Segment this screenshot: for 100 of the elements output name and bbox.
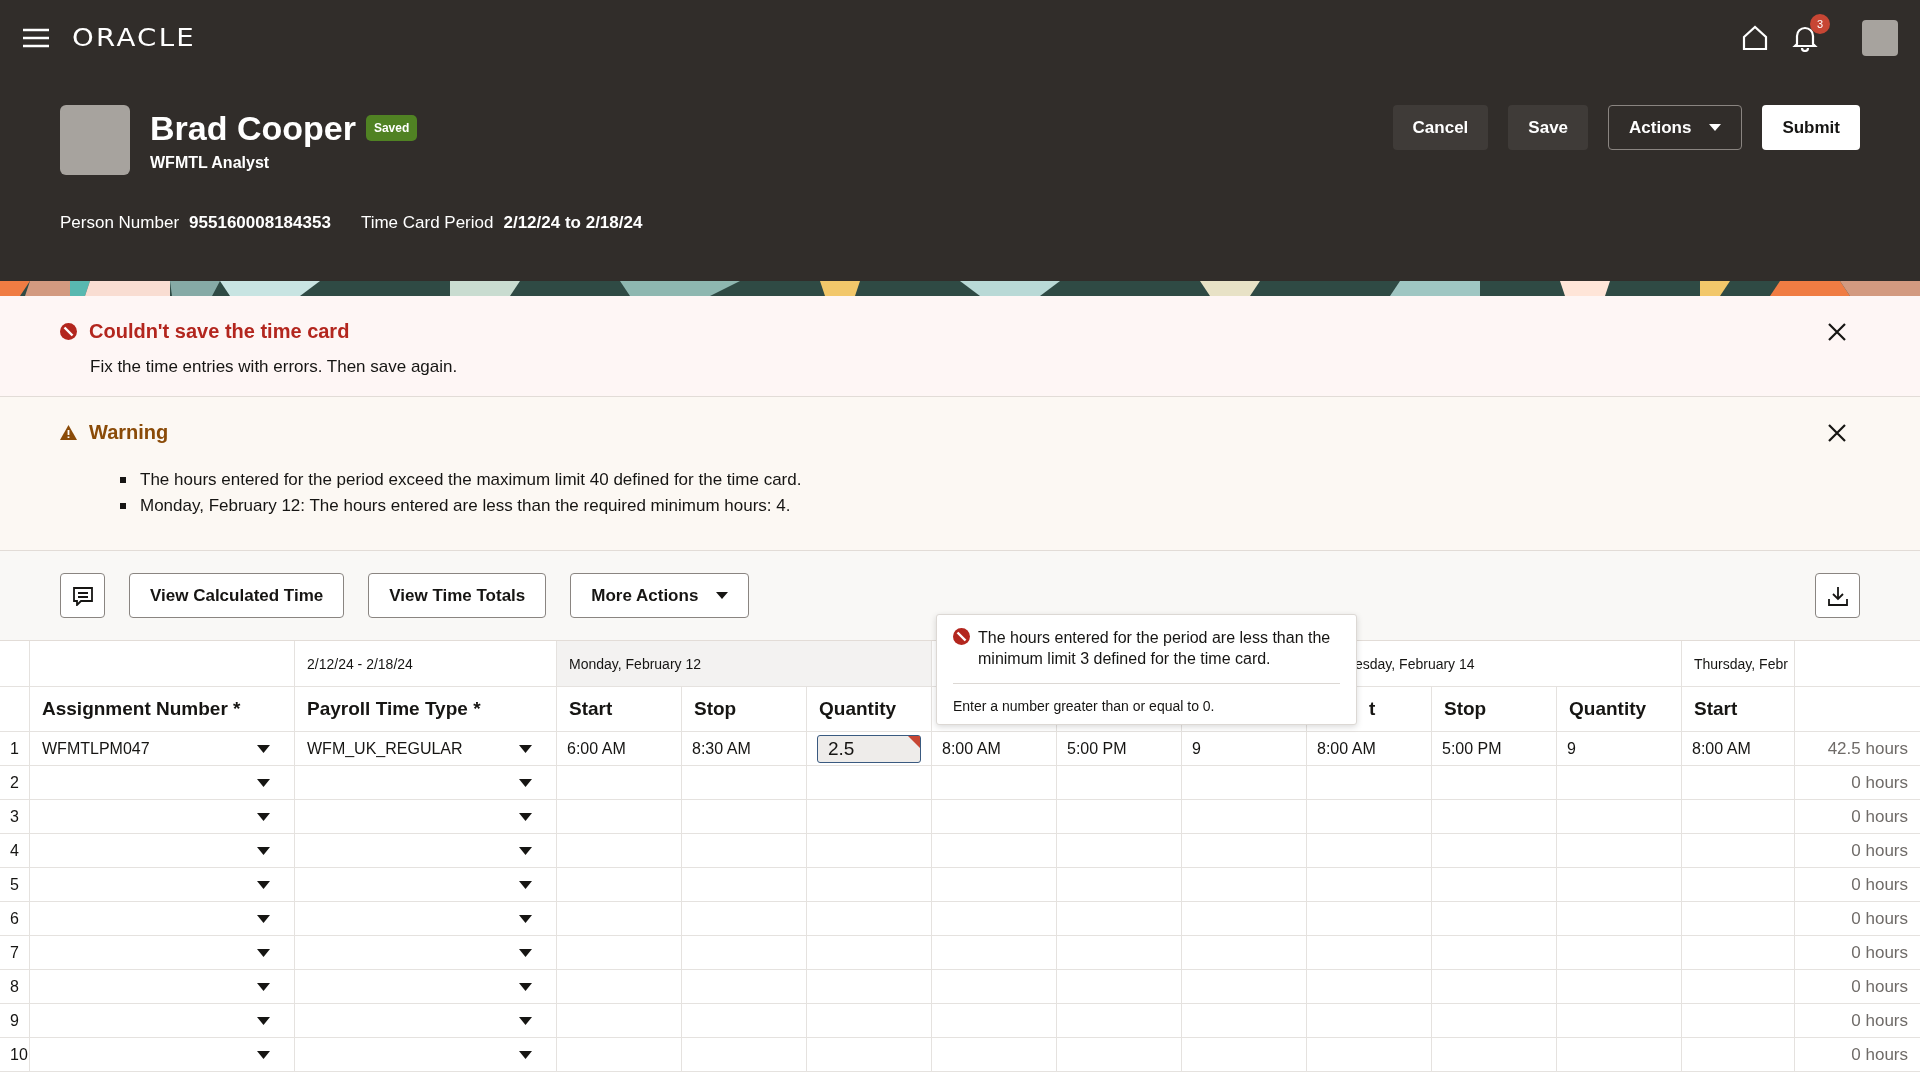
select-field[interactable]: WFM_UK_REGULAR	[295, 732, 556, 765]
table-cell[interactable]	[557, 970, 681, 1003]
table-cell[interactable]	[1307, 834, 1431, 867]
table-cell[interactable]	[1307, 766, 1431, 799]
oracle-logo[interactable]: ORACLE	[72, 23, 197, 52]
column-header[interactable]: Start	[1682, 687, 1794, 731]
table-cell[interactable]	[1182, 970, 1306, 1003]
table-cell[interactable]	[1057, 1038, 1181, 1071]
table-cell[interactable]	[1432, 834, 1556, 867]
table-cell[interactable]	[1432, 902, 1556, 935]
dropdown-caret-icon[interactable]	[257, 846, 270, 855]
table-cell[interactable]	[1432, 1004, 1556, 1037]
table-cell[interactable]	[1057, 936, 1181, 969]
table-cell[interactable]	[682, 1038, 806, 1071]
table-cell[interactable]: 6:00 AM	[557, 732, 681, 765]
action-button[interactable]: Submit	[1762, 105, 1860, 150]
dropdown-caret-icon[interactable]	[519, 982, 532, 991]
table-cell[interactable]	[557, 766, 681, 799]
column-header[interactable]: Stop	[682, 687, 806, 731]
table-cell[interactable]	[1182, 902, 1306, 935]
quantity-field[interactable]: 2.5	[817, 734, 921, 763]
table-cell[interactable]	[682, 970, 806, 1003]
table-cell[interactable]	[932, 834, 1056, 867]
action-button[interactable]: Save	[1508, 105, 1589, 150]
select-field[interactable]	[30, 868, 294, 901]
table-cell[interactable]	[1182, 868, 1306, 901]
table-cell[interactable]	[932, 868, 1056, 901]
dropdown-caret-icon[interactable]	[519, 914, 532, 923]
select-field[interactable]	[295, 970, 556, 1003]
table-cell[interactable]	[557, 1038, 681, 1071]
table-cell[interactable]	[1682, 766, 1794, 799]
dropdown-caret-icon[interactable]	[519, 948, 532, 957]
table-cell[interactable]	[1057, 834, 1181, 867]
table-cell[interactable]	[1307, 800, 1431, 833]
select-field[interactable]	[30, 936, 294, 969]
home-icon[interactable]	[1742, 24, 1768, 51]
select-field[interactable]	[295, 834, 556, 867]
table-cell[interactable]	[1557, 902, 1681, 935]
table-cell[interactable]	[1307, 970, 1431, 1003]
table-cell[interactable]	[1682, 902, 1794, 935]
table-cell[interactable]	[1307, 902, 1431, 935]
column-header[interactable]: Quantity	[807, 687, 931, 731]
table-cell[interactable]	[1057, 970, 1181, 1003]
dropdown-caret-icon[interactable]	[519, 1050, 532, 1059]
dropdown-caret-icon[interactable]	[519, 744, 532, 753]
table-cell[interactable]	[932, 800, 1056, 833]
dropdown-caret-icon[interactable]	[257, 982, 270, 991]
table-cell[interactable]	[557, 936, 681, 969]
dropdown-caret-icon[interactable]	[519, 880, 532, 889]
table-cell[interactable]	[1432, 868, 1556, 901]
select-field[interactable]	[30, 766, 294, 799]
table-cell[interactable]	[1557, 766, 1681, 799]
photo-placeholder[interactable]	[1862, 19, 1898, 56]
toolbar-button[interactable]: View Time Totals	[368, 573, 547, 618]
column-header[interactable]: Start	[557, 687, 681, 731]
table-cell[interactable]	[807, 868, 931, 901]
table-cell[interactable]	[1682, 1004, 1794, 1037]
table-cell[interactable]	[932, 1038, 1056, 1071]
table-cell[interactable]	[1557, 868, 1681, 901]
table-cell[interactable]: 8:30 AM	[682, 732, 806, 765]
table-cell[interactable]	[1557, 936, 1681, 969]
table-cell[interactable]	[557, 868, 681, 901]
table-cell[interactable]: 8:00 AM	[1307, 732, 1431, 765]
table-cell[interactable]	[807, 800, 931, 833]
select-field[interactable]	[295, 868, 556, 901]
dropdown-caret-icon[interactable]	[519, 846, 532, 855]
dropdown-caret-icon[interactable]	[257, 812, 270, 821]
close-icon[interactable]	[1828, 322, 1846, 341]
table-cell[interactable]: 8:00 AM	[1682, 732, 1794, 765]
table-cell[interactable]: 5:00 PM	[1057, 732, 1181, 765]
select-field[interactable]	[30, 1038, 294, 1071]
table-cell[interactable]	[1057, 800, 1181, 833]
table-cell[interactable]	[807, 1004, 931, 1037]
table-cell[interactable]	[557, 800, 681, 833]
table-cell[interactable]	[932, 766, 1056, 799]
table-cell[interactable]	[682, 902, 806, 935]
close-icon[interactable]	[1828, 423, 1846, 442]
column-header[interactable]: Quantity	[1557, 687, 1681, 731]
table-cell[interactable]	[1182, 766, 1306, 799]
table-cell[interactable]	[1557, 970, 1681, 1003]
table-cell[interactable]	[682, 800, 806, 833]
column-header[interactable]: Payroll Time Type *	[295, 687, 556, 731]
table-cell[interactable]	[1432, 936, 1556, 969]
table-cell[interactable]	[1682, 800, 1794, 833]
table-cell[interactable]	[807, 936, 931, 969]
select-field[interactable]	[30, 970, 294, 1003]
select-field[interactable]	[295, 766, 556, 799]
table-cell[interactable]	[1557, 1038, 1681, 1071]
table-cell[interactable]	[1682, 1038, 1794, 1071]
select-field[interactable]	[295, 936, 556, 969]
table-cell[interactable]	[932, 902, 1056, 935]
table-cell[interactable]	[557, 1004, 681, 1037]
table-cell[interactable]	[1307, 1038, 1431, 1071]
dropdown-caret-icon[interactable]	[519, 1016, 532, 1025]
table-cell[interactable]	[1182, 800, 1306, 833]
table-cell[interactable]	[1682, 970, 1794, 1003]
table-cell[interactable]	[807, 766, 931, 799]
dropdown-caret-icon[interactable]	[257, 1050, 270, 1059]
table-cell[interactable]	[932, 936, 1056, 969]
table-cell[interactable]	[1307, 1004, 1431, 1037]
